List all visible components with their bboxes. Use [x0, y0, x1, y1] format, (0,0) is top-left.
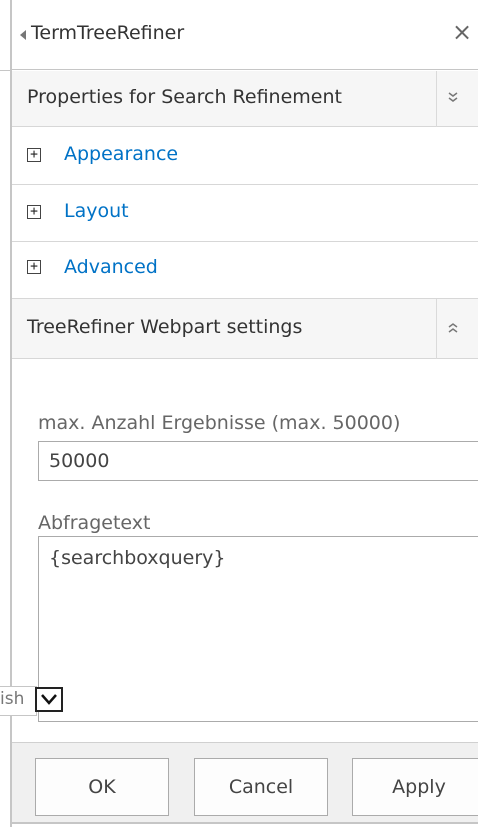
page-divider [0, 70, 10, 71]
ok-button[interactable]: OK [35, 758, 169, 816]
collapse-pane-arrow-icon[interactable] [20, 30, 26, 40]
pane-bottom-border [10, 822, 478, 824]
expand-chevron-icon[interactable] [446, 321, 460, 338]
pane-title: TermTreeRefiner [31, 22, 185, 44]
query-text-label: Abfragetext [38, 512, 151, 534]
apply-button[interactable]: Apply [352, 758, 478, 816]
section-title-webpart-settings: TreeRefiner Webpart settings [27, 316, 303, 338]
dropdown-chevron-icon[interactable] [35, 687, 63, 712]
section-divider [436, 299, 437, 359]
max-results-label: max. Anzahl Ergebnisse (max. 50000) [38, 412, 401, 434]
section-title-properties: Properties for Search Refinement [27, 86, 342, 108]
expand-plus-icon[interactable]: + [27, 148, 41, 162]
language-dropdown-value: ish [0, 689, 25, 709]
max-results-input[interactable] [38, 441, 478, 481]
query-text-textarea[interactable]: {searchboxquery} [38, 536, 478, 722]
expand-plus-icon[interactable]: + [27, 260, 41, 274]
category-link-layout[interactable]: Layout [64, 200, 129, 222]
section-divider [436, 71, 437, 127]
tool-pane: TermTreeRefiner × Properties for Search … [0, 0, 478, 827]
collapse-chevron-icon[interactable] [446, 90, 460, 107]
expand-plus-icon[interactable]: + [27, 205, 41, 219]
close-icon[interactable]: × [452, 18, 472, 46]
category-link-advanced[interactable]: Advanced [64, 256, 158, 278]
category-link-appearance[interactable]: Appearance [64, 143, 178, 165]
cancel-button[interactable]: Cancel [194, 758, 328, 816]
